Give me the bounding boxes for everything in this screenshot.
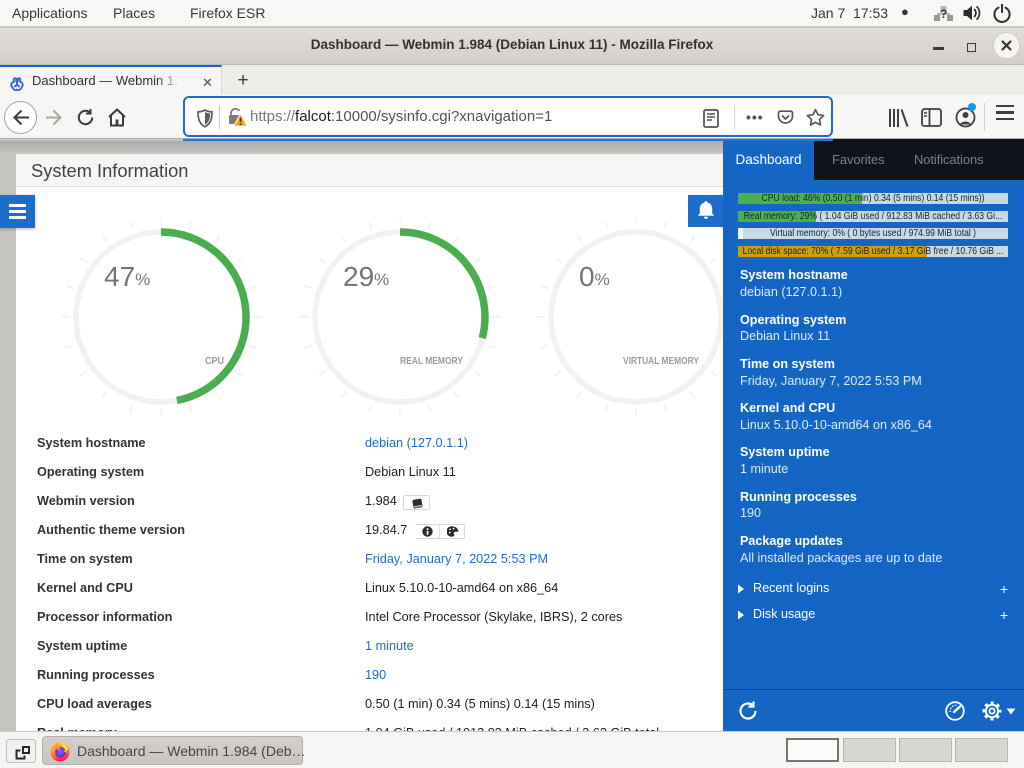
svg-text:0%: 0% [579, 261, 610, 292]
svg-text:CPU: CPU [205, 355, 224, 367]
svg-text:?: ? [940, 7, 947, 21]
svg-text:47%: 47% [104, 261, 150, 292]
svg-text:VIRTUAL MEMORY: VIRTUAL MEMORY [623, 355, 699, 367]
svg-text:REAL MEMORY: REAL MEMORY [400, 355, 463, 367]
svg-text:29%: 29% [343, 261, 389, 292]
